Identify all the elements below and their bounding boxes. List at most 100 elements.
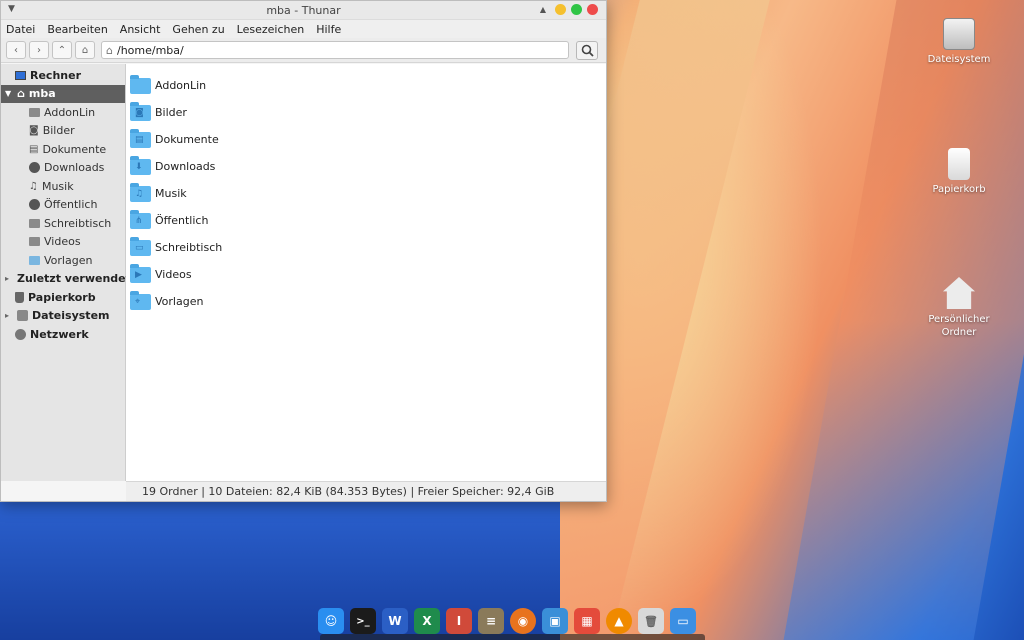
location-path: /home/mba/: [116, 43, 184, 57]
file-name: Downloads: [155, 160, 216, 173]
sidebar-item-downloads[interactable]: Downloads: [1, 159, 125, 178]
music-folder-icon: ♫: [130, 182, 151, 202]
sidebar-item-label: Papierkorb: [28, 290, 96, 304]
dock: ☺ >_ W X I ≡ ◉ ▣ ▦ ▲ 🗑 ▭: [318, 606, 696, 636]
sidebar-item-label: Schreibtisch: [44, 216, 112, 230]
notes-icon[interactable]: ≡: [478, 608, 504, 634]
title-bar[interactable]: ▼ mba - Thunar ▲: [1, 1, 606, 20]
search-button[interactable]: [576, 40, 598, 60]
toolbar: ‹ › ⌃ ⌂ ⌂ /home/mba/: [1, 38, 606, 63]
excel-icon[interactable]: X: [414, 608, 440, 634]
sidebar-item-bilder[interactable]: ◙ Bilder: [1, 122, 125, 141]
dock-shelf: [320, 634, 705, 640]
template-icon: [29, 255, 40, 265]
sidebar-item-papierkorb[interactable]: Papierkorb: [1, 288, 125, 307]
downloads-folder-icon: ⬇: [130, 155, 151, 175]
files-icon[interactable]: ▭: [670, 608, 696, 634]
sidebar-item-label: Netzwerk: [30, 327, 89, 341]
presentation-icon[interactable]: I: [446, 608, 472, 634]
calendar-icon[interactable]: ▦: [574, 608, 600, 634]
expander-icon[interactable]: ▸: [5, 274, 9, 283]
list-item[interactable]: ⋔ Öffentlich: [130, 207, 606, 234]
desktop-icon-dateisystem[interactable]: Dateisystem: [919, 18, 999, 65]
terminal-icon[interactable]: >_: [350, 608, 376, 634]
home-button[interactable]: ⌂: [75, 41, 95, 59]
sidebar-item-label: Videos: [44, 235, 81, 249]
menu-lesezeichen[interactable]: Lesezeichen: [237, 23, 305, 36]
folder-icon: [130, 74, 151, 94]
sidebar-item-label: Zuletzt verwendet: [17, 272, 131, 286]
list-item[interactable]: ⌖ Vorlagen: [130, 288, 606, 315]
list-item[interactable]: ▶ Videos: [130, 261, 606, 288]
sidebar-item-zuletzt-verwendet[interactable]: ▸ Zuletzt verwendet: [1, 270, 131, 289]
desktop-icon-label: Dateisystem: [927, 54, 991, 65]
sidebar-item-label: Dateisystem: [32, 309, 110, 323]
file-name: Bilder: [155, 106, 187, 119]
image-viewer-icon[interactable]: ▣: [542, 608, 568, 634]
list-item[interactable]: ◙ Bilder: [130, 99, 606, 126]
maximize-button[interactable]: [571, 4, 582, 15]
content-area: Rechner ▼ ⌂ mba AddonLin ◙ Bilder ▤ Doku…: [1, 64, 606, 481]
menu-ansicht[interactable]: Ansicht: [120, 23, 161, 36]
close-button[interactable]: [587, 4, 598, 15]
file-name: Musik: [155, 187, 187, 200]
sidebar-item-label: Bilder: [42, 124, 75, 138]
file-name: Schreibtisch: [155, 241, 223, 254]
forward-button[interactable]: ›: [29, 41, 49, 59]
file-manager-window: ▼ mba - Thunar ▲ Datei Bearbeiten Ansich…: [0, 0, 607, 502]
menu-bearbeiten[interactable]: Bearbeiten: [47, 23, 107, 36]
status-bar: 19 Ordner | 10 Dateien: 82,4 KiB (84.353…: [126, 481, 606, 501]
public-folder-icon: ⋔: [130, 209, 151, 229]
list-item[interactable]: ⬇ Downloads: [130, 153, 606, 180]
templates-folder-icon: ⌖: [130, 290, 151, 310]
menu-hilfe[interactable]: Hilfe: [316, 23, 341, 36]
folder-icon: [29, 107, 40, 117]
sidebar-item-netzwerk[interactable]: Netzwerk: [1, 325, 125, 344]
sidebar-item-label: mba: [28, 87, 56, 101]
sidebar-item-dokumente[interactable]: ▤ Dokumente: [1, 140, 125, 159]
desktop-icon-papierkorb[interactable]: Papierkorb: [919, 148, 999, 195]
minimize-button[interactable]: [555, 4, 566, 15]
sidebar-item-dateisystem[interactable]: ▸ Dateisystem: [1, 307, 125, 326]
trash-icon[interactable]: 🗑: [638, 608, 664, 634]
file-name: Öffentlich: [155, 214, 209, 227]
window-menu-icon[interactable]: ▼: [8, 4, 15, 14]
sidebar-item-videos[interactable]: Videos: [1, 233, 125, 252]
harddisk-icon: [17, 310, 28, 322]
sidebar-item-mba[interactable]: ▼ ⌂ mba: [1, 84, 125, 103]
vlc-icon[interactable]: ▲: [606, 608, 632, 634]
back-button[interactable]: ‹: [6, 41, 26, 59]
file-name: AddonLin: [155, 79, 207, 92]
list-item[interactable]: ▤ Dokumente: [130, 126, 606, 153]
shade-icon[interactable]: ▲: [540, 5, 546, 14]
firefox-icon[interactable]: ◉: [510, 608, 536, 634]
desktop-icon-label: Persönlicher Ordner: [928, 314, 990, 338]
file-name: Vorlagen: [155, 295, 204, 308]
sidebar-item-addonlin[interactable]: AddonLin: [1, 103, 125, 122]
sidebar-item-vorlagen[interactable]: Vorlagen: [1, 251, 125, 270]
finder-icon[interactable]: ☺: [318, 608, 344, 634]
sidebar-item-schreibtisch[interactable]: Schreibtisch: [1, 214, 125, 233]
menu-datei[interactable]: Datei: [6, 23, 35, 36]
music-icon: ♫: [29, 180, 38, 192]
trash-icon: [948, 148, 970, 180]
location-bar[interactable]: ⌂ /home/mba/: [101, 41, 569, 59]
network-icon: [15, 328, 26, 340]
word-icon[interactable]: W: [382, 608, 408, 634]
documents-folder-icon: ▤: [130, 128, 151, 148]
desktop-icon-home-folder[interactable]: Persönlicher Ordner: [919, 277, 999, 339]
list-item[interactable]: AddonLin: [130, 72, 606, 99]
sidebar-item-musik[interactable]: ♫ Musik: [1, 177, 125, 196]
expander-icon[interactable]: ▼: [5, 89, 13, 98]
sidebar-item-oeffentlich[interactable]: Öffentlich: [1, 196, 125, 215]
sidebar: Rechner ▼ ⌂ mba AddonLin ◙ Bilder ▤ Doku…: [1, 64, 131, 481]
chevron-right-icon: ›: [37, 44, 41, 56]
expander-icon[interactable]: ▸: [5, 311, 13, 320]
menu-gehen-zu[interactable]: Gehen zu: [172, 23, 224, 36]
list-item[interactable]: ▭ Schreibtisch: [130, 234, 606, 261]
parent-button[interactable]: ⌃: [52, 41, 72, 59]
list-item[interactable]: ♫ Musik: [130, 180, 606, 207]
sidebar-item-rechner[interactable]: Rechner: [1, 66, 125, 85]
videos-folder-icon: ▶: [130, 263, 151, 283]
monitor-icon: [15, 70, 26, 80]
